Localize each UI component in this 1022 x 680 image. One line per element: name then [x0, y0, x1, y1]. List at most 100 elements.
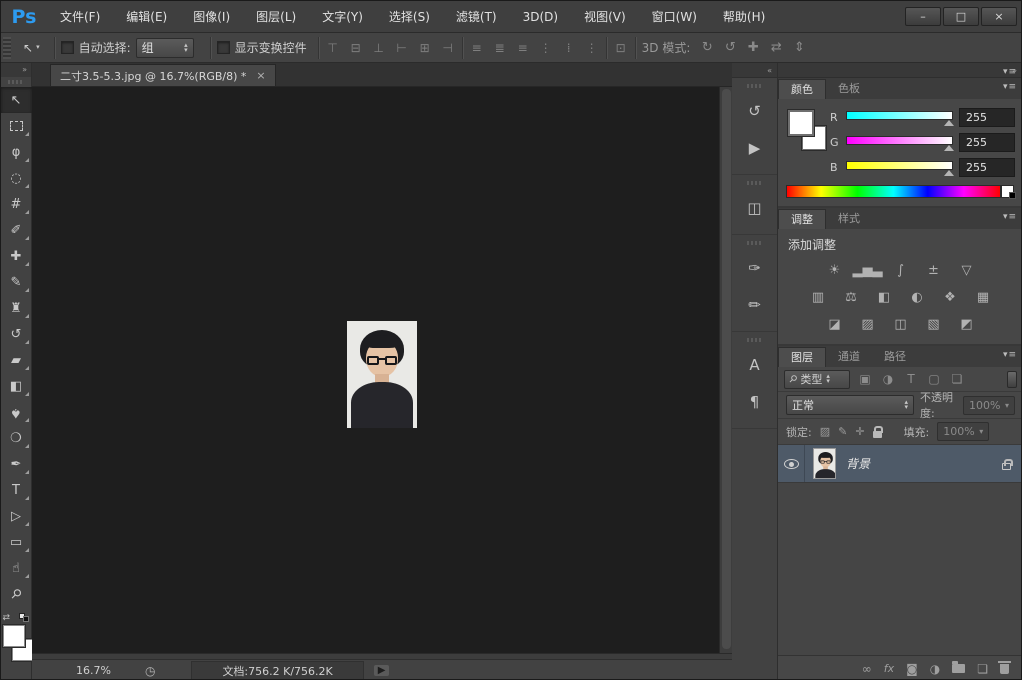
tab-styles[interactable]: 样式: [826, 209, 872, 229]
maximize-button[interactable]: □: [943, 7, 979, 26]
menu-layer[interactable]: 图层(L): [243, 1, 309, 33]
brush-tool[interactable]: ✎: [1, 269, 32, 295]
filter-type-layers-icon[interactable]: T: [902, 372, 920, 386]
tab-color[interactable]: 颜色: [778, 79, 826, 99]
document-tab[interactable]: 二寸3.5-5.3.jpg @ 16.7%(RGB/8) * ×: [50, 64, 276, 86]
link-layers-icon[interactable]: ∞: [862, 662, 872, 676]
hue-saturation-icon[interactable]: ▥: [806, 288, 830, 307]
align-top-edges-icon[interactable]: ⊤: [325, 41, 341, 55]
lock-all-icon[interactable]: [872, 425, 883, 438]
color-lookup-icon[interactable]: ▦: [971, 288, 995, 307]
layer-visibility-toggle[interactable]: [778, 445, 805, 482]
exposure-icon[interactable]: ±: [922, 261, 946, 280]
menu-select[interactable]: 选择(S): [376, 1, 443, 33]
menu-image[interactable]: 图像(I): [180, 1, 243, 33]
layer-filter-type-dropdown[interactable]: ⚲ 类型 ▴ ▾: [784, 369, 850, 389]
gradient-tool[interactable]: ◧: [1, 373, 32, 399]
channel-mixer-icon[interactable]: ❖: [938, 288, 962, 307]
pen-tool[interactable]: ✒: [1, 451, 32, 477]
swap-colors-icon[interactable]: ⇄: [3, 613, 11, 623]
filter-smart-objects-icon[interactable]: ❏: [948, 372, 966, 386]
color-balance-icon[interactable]: ⚖: [839, 288, 863, 307]
tab-paths[interactable]: 路径: [872, 347, 918, 367]
3d-rotate-icon[interactable]: ↻: [699, 40, 715, 55]
options-grip[interactable]: [3, 36, 11, 59]
3d-drag-icon[interactable]: ✚: [745, 40, 761, 55]
eraser-tool[interactable]: ▰: [1, 347, 32, 373]
channel-value-field[interactable]: 255: [959, 133, 1015, 152]
filter-adjustment-layers-icon[interactable]: ◑: [879, 372, 897, 386]
align-vertical-centers-icon[interactable]: ⊟: [348, 41, 364, 55]
invert-icon[interactable]: ◪: [823, 315, 847, 334]
menu-filter[interactable]: 滤镜(T): [443, 1, 510, 33]
rectangle-tool[interactable]: ▭: [1, 529, 32, 555]
color-panel-menu-icon[interactable]: ▾≡: [1003, 67, 1017, 77]
threshold-icon[interactable]: ◫: [889, 315, 913, 334]
eyedropper-tool[interactable]: ✐: [1, 217, 32, 243]
status-options-icon[interactable]: ▶: [373, 665, 390, 676]
layer-style-icon[interactable]: fx: [884, 662, 894, 675]
channel-slider[interactable]: [846, 160, 953, 170]
layer-filter-toggle[interactable]: [1007, 370, 1017, 388]
posterize-icon[interactable]: ▨: [856, 315, 880, 334]
auto-select-target-dropdown[interactable]: 组 ▴ ▾: [135, 37, 194, 58]
minimize-button[interactable]: –: [905, 7, 941, 26]
properties-panel-icon[interactable]: ◫: [738, 191, 772, 225]
3d-scale-icon[interactable]: ⇕: [791, 40, 807, 55]
slider-thumb-icon[interactable]: [944, 119, 954, 126]
move-tool[interactable]: ↖: [1, 87, 32, 113]
vibrance-icon[interactable]: ▽: [955, 261, 979, 280]
curves-icon[interactable]: ∫: [889, 261, 913, 280]
fill-dropdown[interactable]: 100% ▾: [937, 422, 990, 441]
lock-transparent-pixels-icon[interactable]: ▨: [820, 425, 830, 438]
background-layer-row[interactable]: 背景: [778, 445, 1021, 483]
channel-value-field[interactable]: 255: [959, 158, 1015, 177]
distribute-horizontal-centers-icon[interactable]: ⁞: [561, 41, 577, 55]
tab-layers[interactable]: 图层: [778, 347, 826, 367]
new-layer-icon[interactable]: ❏: [977, 662, 988, 676]
tab-close-icon[interactable]: ×: [256, 69, 265, 82]
color-spectrum-ramp[interactable]: [786, 185, 1001, 198]
spot-healing-brush-tool[interactable]: ✚: [1, 243, 32, 269]
distribute-left-edges-icon[interactable]: ⋮: [538, 41, 554, 55]
layer-thumbnail[interactable]: [813, 448, 836, 479]
3d-slide-icon[interactable]: ⇄: [768, 40, 784, 55]
paragraph-panel-icon[interactable]: ¶: [738, 385, 772, 419]
distribute-vertical-centers-icon[interactable]: ≣: [492, 41, 508, 55]
path-selection-tool[interactable]: ▷: [1, 503, 32, 529]
history-brush-tool[interactable]: ↺: [1, 321, 32, 347]
menu-window[interactable]: 窗口(W): [639, 1, 710, 33]
slider-thumb-icon[interactable]: [944, 144, 954, 151]
actions-panel-icon[interactable]: ▶: [738, 131, 772, 165]
channel-slider[interactable]: [846, 135, 953, 145]
distribute-right-edges-icon[interactable]: ⋮: [584, 41, 600, 55]
black-white-icon[interactable]: ◧: [872, 288, 896, 307]
show-transform-checkbox[interactable]: [216, 41, 230, 54]
type-tool[interactable]: T: [1, 477, 32, 503]
default-colors-icon[interactable]: [18, 613, 29, 622]
distribute-bottom-edges-icon[interactable]: ≡: [515, 41, 531, 55]
rectangular-marquee-tool[interactable]: [1, 113, 32, 139]
align-bottom-edges-icon[interactable]: ⊥: [371, 41, 387, 55]
brush-panel-icon[interactable]: ✑: [738, 251, 772, 285]
clone-stamp-tool[interactable]: ♜: [1, 295, 32, 321]
blur-tool[interactable]: ♠: [1, 399, 32, 425]
3d-roll-icon[interactable]: ↺: [722, 40, 738, 55]
adjustments-panel-menu-icon[interactable]: ▾≡: [1003, 212, 1017, 222]
quick-selection-tool[interactable]: ◌: [1, 165, 32, 191]
selective-color-icon[interactable]: ◩: [955, 315, 979, 334]
menu-help[interactable]: 帮助(H): [710, 1, 778, 33]
hand-tool[interactable]: ☝: [1, 555, 32, 581]
channel-value-field[interactable]: 255: [959, 108, 1015, 127]
photo-filter-icon[interactable]: ◐: [905, 288, 929, 307]
tab-swatches[interactable]: 色板: [826, 79, 872, 99]
document-size-info[interactable]: 文档:756.2 K/756.2K: [191, 660, 364, 679]
black-swatch[interactable]: [1009, 192, 1016, 199]
canvas[interactable]: [32, 87, 719, 653]
layer-name[interactable]: 背景: [846, 455, 1002, 472]
new-group-icon[interactable]: [952, 661, 966, 673]
auto-select-checkbox[interactable]: [60, 41, 74, 54]
history-panel-icon[interactable]: ↺: [738, 94, 772, 128]
auto-align-layers-icon[interactable]: ⊡: [613, 41, 629, 55]
tab-channels[interactable]: 通道: [826, 347, 872, 367]
